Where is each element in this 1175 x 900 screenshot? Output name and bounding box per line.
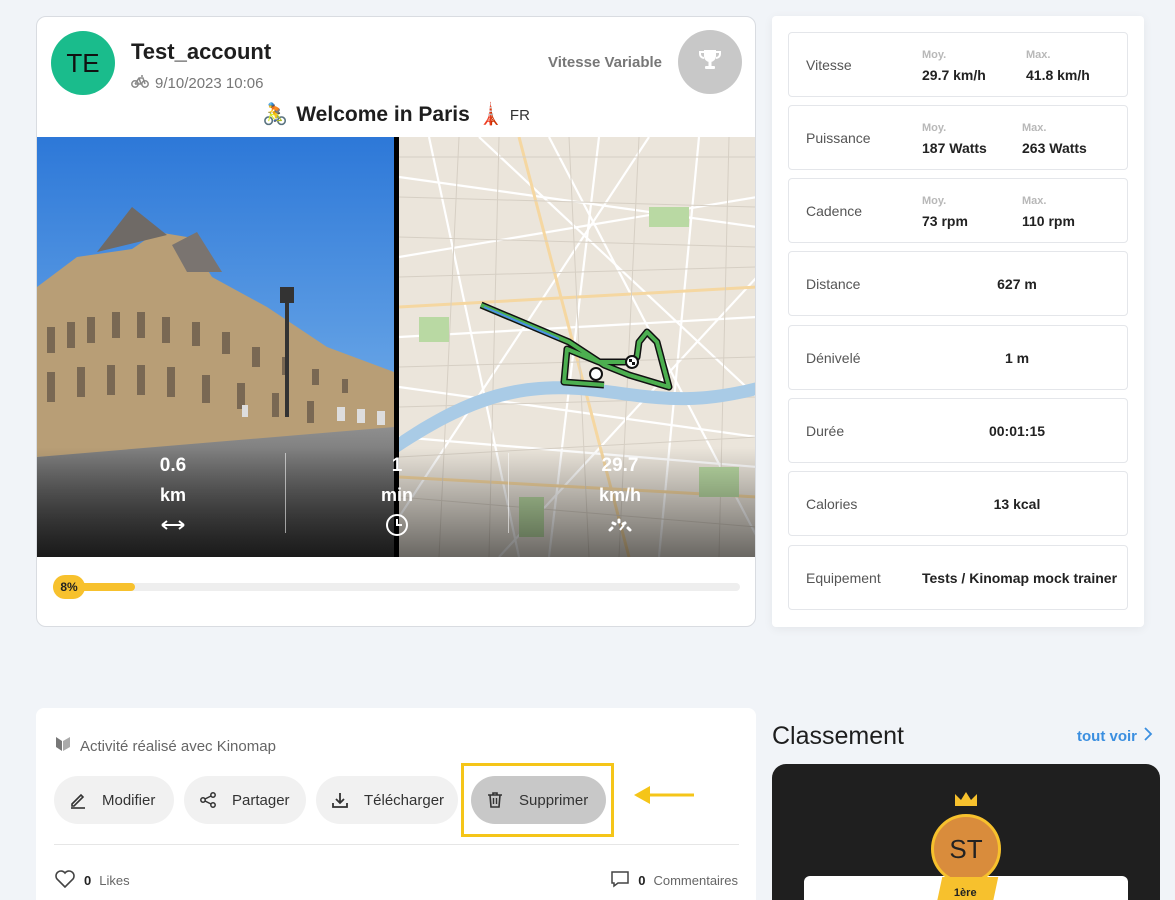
stat-max-label: Max.: [1026, 49, 1051, 61]
stat-row-equipment: Equipement Tests / Kinomap mock trainer: [788, 545, 1128, 610]
share-button-label: Partager: [232, 791, 290, 809]
stat-value: 13 kcal: [993, 495, 1041, 512]
stat-row-duration: Durée 00:01:15: [788, 398, 1128, 463]
chevron-right-icon: [1143, 726, 1153, 746]
stat-row-speed: Vitesse Moy. 29.7 km/h Max. 41.8 km/h: [788, 32, 1128, 97]
stat-value: 627 m: [997, 275, 1037, 292]
trophy-button[interactable]: [678, 30, 742, 94]
stat-avg-label: Moy.: [922, 49, 947, 61]
overlay-speed-value: 29.7: [601, 455, 639, 476]
user-name[interactable]: Test_account: [131, 39, 271, 65]
activity-mode: Vitesse Variable: [548, 54, 662, 71]
stat-row-distance: Distance 627 m: [788, 251, 1128, 316]
stat-avg-value: 187 Watts: [922, 140, 987, 156]
comments-row[interactable]: 0 Commentaires: [610, 870, 738, 891]
stat-row-calories: Calories 13 kcal: [788, 471, 1128, 536]
progress-bar: 8%: [53, 575, 740, 599]
download-icon: [330, 790, 350, 810]
comments-count: 0: [638, 873, 646, 888]
first-place-badge: 1ère: [933, 877, 999, 900]
stat-max-label: Max.: [1022, 195, 1047, 207]
likes-row[interactable]: 0 Likes: [54, 870, 130, 891]
share-button[interactable]: Partager: [184, 776, 306, 824]
crown-icon: [953, 790, 979, 813]
overlay-duration-value: 1: [391, 455, 403, 476]
stat-row-elevation: Dénivelé 1 m: [788, 325, 1128, 390]
stat-max-label: Max.: [1022, 122, 1047, 134]
pencil-icon: [68, 790, 88, 810]
user-avatar[interactable]: TE: [51, 31, 115, 95]
stat-avg-value: 29.7 km/h: [922, 67, 986, 83]
overlay-speed: 29.7 km/h: [500, 455, 740, 539]
stat-max-value: 263 Watts: [1022, 140, 1087, 156]
route-title-row: 🚴 Welcome in Paris 🗼 FR: [37, 103, 755, 127]
delete-highlight-box: [461, 763, 614, 837]
download-button-label: Télécharger: [364, 791, 445, 809]
stat-avg-value: 73 rpm: [922, 213, 968, 229]
stat-label: Vitesse: [806, 56, 852, 73]
made-with-row: Activité réalisé avec Kinomap: [54, 735, 276, 757]
comment-bubble-icon[interactable]: [610, 870, 630, 891]
eiffel-tower-emoji-icon: 🗼: [477, 103, 504, 126]
stats-panel: Vitesse Moy. 29.7 km/h Max. 41.8 km/h Pu…: [772, 16, 1144, 627]
overlay-speed-unit: km/h: [598, 485, 641, 505]
likes-label: Likes: [99, 873, 130, 888]
activity-date-row: 9/10/2023 10:06: [131, 74, 263, 92]
progress-badge: 8%: [53, 575, 85, 599]
speedometer-icon: [500, 511, 740, 539]
made-with-text: Activité réalisé avec Kinomap: [80, 737, 276, 755]
stat-row-cadence: Cadence Moy. 73 rpm Max. 110 rpm: [788, 178, 1128, 243]
stat-value: Tests / Kinomap mock trainer: [922, 569, 1118, 586]
download-button[interactable]: Télécharger: [316, 776, 458, 824]
stat-avg-label: Moy.: [922, 122, 947, 134]
stat-label: Dénivelé: [806, 349, 861, 366]
stat-avg-label: Moy.: [922, 195, 947, 207]
ranking-card: ST 1ère: [772, 764, 1160, 900]
actions-card: Activité réalisé avec Kinomap Modifier P…: [36, 708, 756, 900]
route-title[interactable]: Welcome in Paris: [296, 103, 470, 127]
stat-label: Distance: [806, 275, 861, 292]
comments-label: Commentaires: [653, 873, 738, 888]
activity-card: TE Test_account 9/10/2023 10:06 Vitesse …: [36, 16, 756, 627]
stat-value: 00:01:15: [988, 422, 1046, 439]
divider: [54, 844, 739, 845]
ranking-title: Classement: [772, 722, 904, 750]
trophy-icon: [697, 48, 723, 77]
heart-icon[interactable]: [54, 870, 76, 891]
activity-media: 0.6 km 1 min 29.7 km/h: [37, 137, 755, 557]
bike-icon: [131, 74, 149, 92]
stat-value: 1 m: [1004, 349, 1030, 366]
kinomap-logo-icon: [54, 735, 72, 757]
stat-row-power: Puissance Moy. 187 Watts Max. 263 Watts: [788, 105, 1128, 170]
see-all-link[interactable]: tout voir: [1077, 726, 1153, 746]
edit-button[interactable]: Modifier: [54, 776, 174, 824]
stat-label: Calories: [806, 495, 858, 512]
stat-label: Cadence: [806, 202, 863, 219]
stat-label: Equipement: [806, 569, 881, 586]
cyclist-emoji-icon: 🚴: [262, 103, 289, 126]
stat-max-value: 110 rpm: [1022, 213, 1075, 229]
see-all-label: tout voir: [1077, 727, 1137, 745]
overlay-distance-value: 0.6: [159, 455, 187, 476]
share-icon: [198, 790, 218, 810]
stat-label: Durée: [806, 422, 845, 439]
clock-icon: [277, 511, 517, 539]
overlay-distance-unit: km: [159, 485, 186, 505]
distance-arrows-icon: [53, 511, 293, 539]
edit-button-label: Modifier: [102, 791, 156, 809]
overlay-duration: 1 min: [277, 455, 517, 539]
first-place-label: 1ère: [953, 887, 977, 899]
progress-track: [53, 583, 740, 591]
stat-label: Puissance: [806, 129, 871, 146]
stat-max-value: 41.8 km/h: [1026, 67, 1090, 83]
overlay-distance: 0.6 km: [53, 455, 293, 539]
activity-date: 9/10/2023 10:06: [155, 74, 264, 92]
route-country: FR: [509, 106, 530, 124]
likes-count: 0: [84, 873, 92, 888]
pointer-arrow-icon: [632, 782, 696, 813]
overlay-duration-unit: min: [380, 485, 413, 505]
first-place-avatar[interactable]: ST: [931, 814, 1001, 884]
